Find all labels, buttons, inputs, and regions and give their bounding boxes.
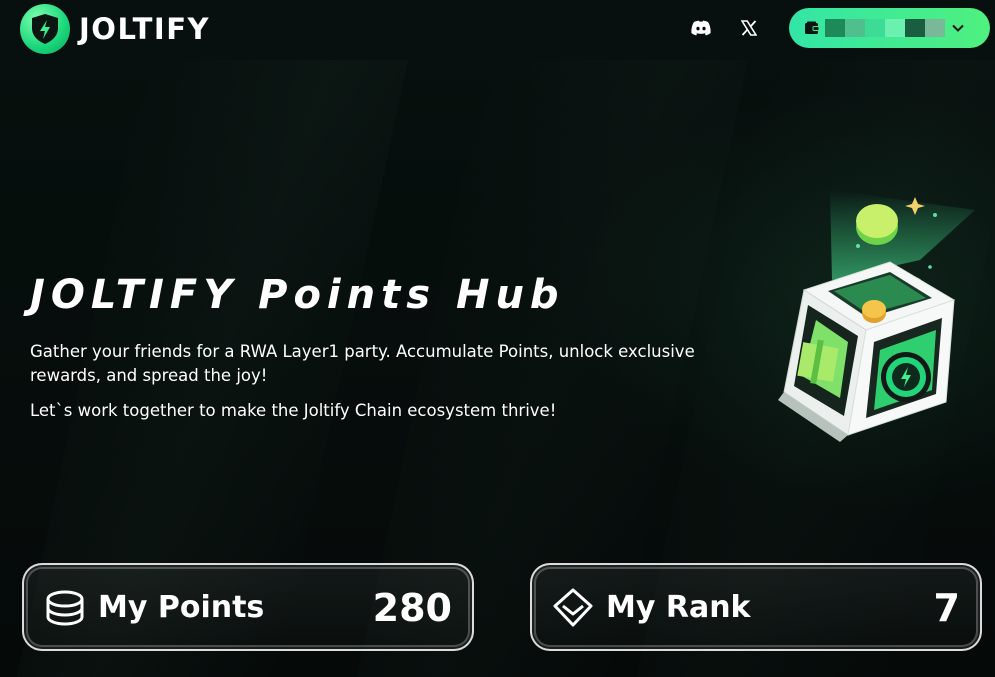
- wallet-icon: [804, 21, 820, 35]
- discord-icon[interactable]: [687, 14, 715, 42]
- my-rank-value: 7: [933, 586, 960, 630]
- points-cube-illustration: [770, 180, 985, 450]
- my-points-label: My Points: [98, 590, 265, 625]
- wallet-address-redacted: [825, 19, 945, 37]
- points-hub-page: JOLTIFY JOLTIFY Points Hub Gather your f…: [0, 0, 995, 677]
- diamond-icon: [552, 587, 594, 629]
- top-nav: JOLTIFY: [0, 0, 995, 56]
- chevron-down-icon: [952, 24, 964, 32]
- hero-description: Gather your friends for a RWA Layer1 par…: [30, 342, 695, 385]
- my-rank-label: My Rank: [606, 590, 751, 625]
- shield-bolt-icon: [20, 4, 70, 54]
- coins-stack-icon: [44, 587, 86, 629]
- logo[interactable]: JOLTIFY: [20, 4, 210, 54]
- wallet-button[interactable]: [789, 8, 990, 48]
- my-points-card: My Points 280: [22, 563, 474, 651]
- my-rank-card: My Rank 7: [530, 563, 982, 651]
- x-twitter-icon[interactable]: [735, 14, 763, 42]
- page-title: JOLTIFY Points Hub: [30, 272, 565, 318]
- hero-description-secondary: Let`s work together to make the Joltify …: [30, 401, 557, 420]
- logo-text: JOLTIFY: [79, 12, 211, 46]
- my-points-value: 280: [372, 586, 452, 630]
